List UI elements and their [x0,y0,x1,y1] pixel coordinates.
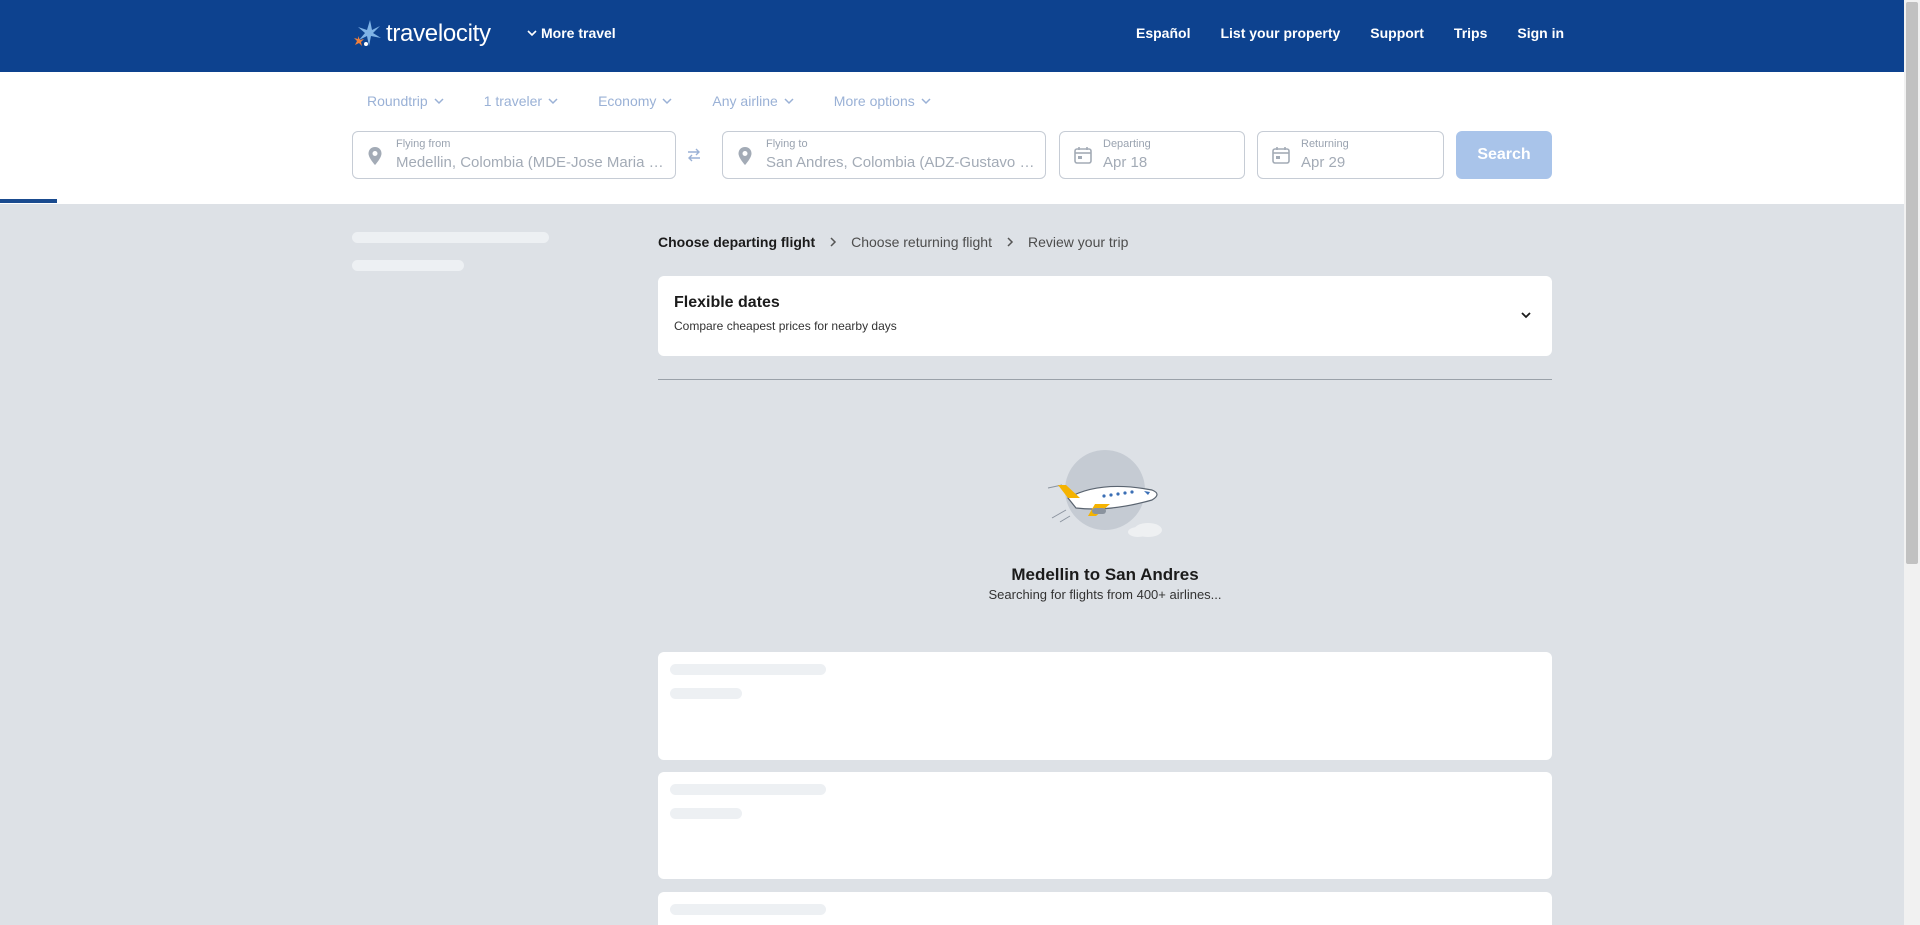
chevron-down-icon [1520,308,1532,326]
filter-skeleton-line [352,260,464,271]
section-divider [658,379,1552,380]
calendar-icon [1272,146,1290,169]
flying-to-field[interactable]: Flying to San Andres, Colombia (ADZ-Gust… [722,131,1046,179]
breadcrumb-choose-returning: Choose returning flight [851,234,992,250]
more-travel-label: More travel [541,25,616,41]
chevron-down-icon [527,30,537,37]
airline-dropdown[interactable]: Any airline [712,93,794,109]
chevron-down-icon [434,98,444,105]
departing-value: Apr 18 [1103,154,1148,171]
search-filters: Roundtrip 1 traveler Economy Any airline… [367,93,931,109]
filter-skeleton-line [352,232,549,243]
departing-label: Departing [1103,138,1151,150]
location-pin-icon [367,146,383,171]
flexible-dates-subtitle: Compare cheapest prices for nearby days [674,319,897,333]
skeleton-line [670,688,742,699]
search-button[interactable]: Search [1456,131,1552,179]
top-header: travelocity More travel Español List you… [0,0,1904,72]
departing-date-field[interactable]: Departing Apr 18 [1059,131,1245,179]
more-options-dropdown[interactable]: More options [834,93,931,109]
chevron-right-icon [1006,234,1014,250]
travelocity-logo[interactable]: travelocity [352,18,491,50]
chevron-down-icon [921,98,931,105]
flight-result-skeleton [658,892,1552,925]
trip-type-dropdown[interactable]: Roundtrip [367,93,444,109]
chevron-down-icon [548,98,558,105]
more-travel-menu[interactable]: More travel [527,25,616,41]
breadcrumb-choose-departing: Choose departing flight [658,234,816,250]
travelers-label: 1 traveler [483,93,543,109]
scrollbar-thumb[interactable] [1906,2,1918,564]
flying-to-value: San Andres, Colombia (ADZ-Gustavo Rojas … [766,154,1035,171]
flying-to-label: Flying to [766,138,808,150]
flight-result-skeleton [658,772,1552,879]
calendar-icon [1074,146,1092,169]
flexible-dates-title: Flexible dates [674,294,780,311]
nav-espanol[interactable]: Español [1136,25,1190,41]
chevron-down-icon [662,98,672,105]
breadcrumb: Choose departing flight Choose returning… [658,234,1128,250]
travelers-dropdown[interactable]: 1 traveler [484,93,558,109]
flight-result-skeleton [658,652,1552,760]
chevron-right-icon [829,234,837,250]
flying-from-field[interactable]: Flying from Medellin, Colombia (MDE-Jose… [352,131,676,179]
breadcrumb-review-trip: Review your trip [1027,234,1129,250]
skeleton-line [670,784,826,795]
skeleton-line [670,904,826,915]
skeleton-line [670,664,826,675]
route-title: Medellin to San Andres [1011,565,1199,584]
logo-text: travelocity [386,20,491,47]
cabin-class-dropdown[interactable]: Economy [598,93,672,109]
chevron-down-icon [784,98,794,105]
loading-progress-bar [0,199,57,203]
flying-from-value: Medellin, Colombia (MDE-Jose Maria Cordo… [396,154,665,171]
location-pin-icon [737,146,753,171]
swap-arrows-icon [688,148,700,162]
returning-date-field[interactable]: Returning Apr 29 [1257,131,1444,179]
skeleton-line [670,808,742,819]
nav-support[interactable]: Support [1370,25,1424,41]
flying-from-label: Flying from [396,138,451,150]
logo-star-icon [352,18,382,50]
airline-label: Any airline [712,93,778,109]
searching-status: Searching for flights from 400+ airlines… [988,587,1222,602]
nav-trips[interactable]: Trips [1454,25,1487,41]
flexible-dates-card[interactable]: Flexible dates Compare cheapest prices f… [658,276,1552,356]
cabin-class-label: Economy [598,93,657,109]
trip-type-label: Roundtrip [367,93,428,109]
more-options-label: More options [833,93,915,109]
swap-airports-button[interactable] [686,148,702,165]
nav-sign-in[interactable]: Sign in [1517,25,1564,41]
nav-list-property[interactable]: List your property [1220,25,1340,41]
returning-label: Returning [1301,138,1349,150]
header-nav: Español List your property Support Trips… [1136,25,1564,41]
airplane-illustration-icon [1040,450,1170,540]
returning-value: Apr 29 [1301,154,1346,171]
